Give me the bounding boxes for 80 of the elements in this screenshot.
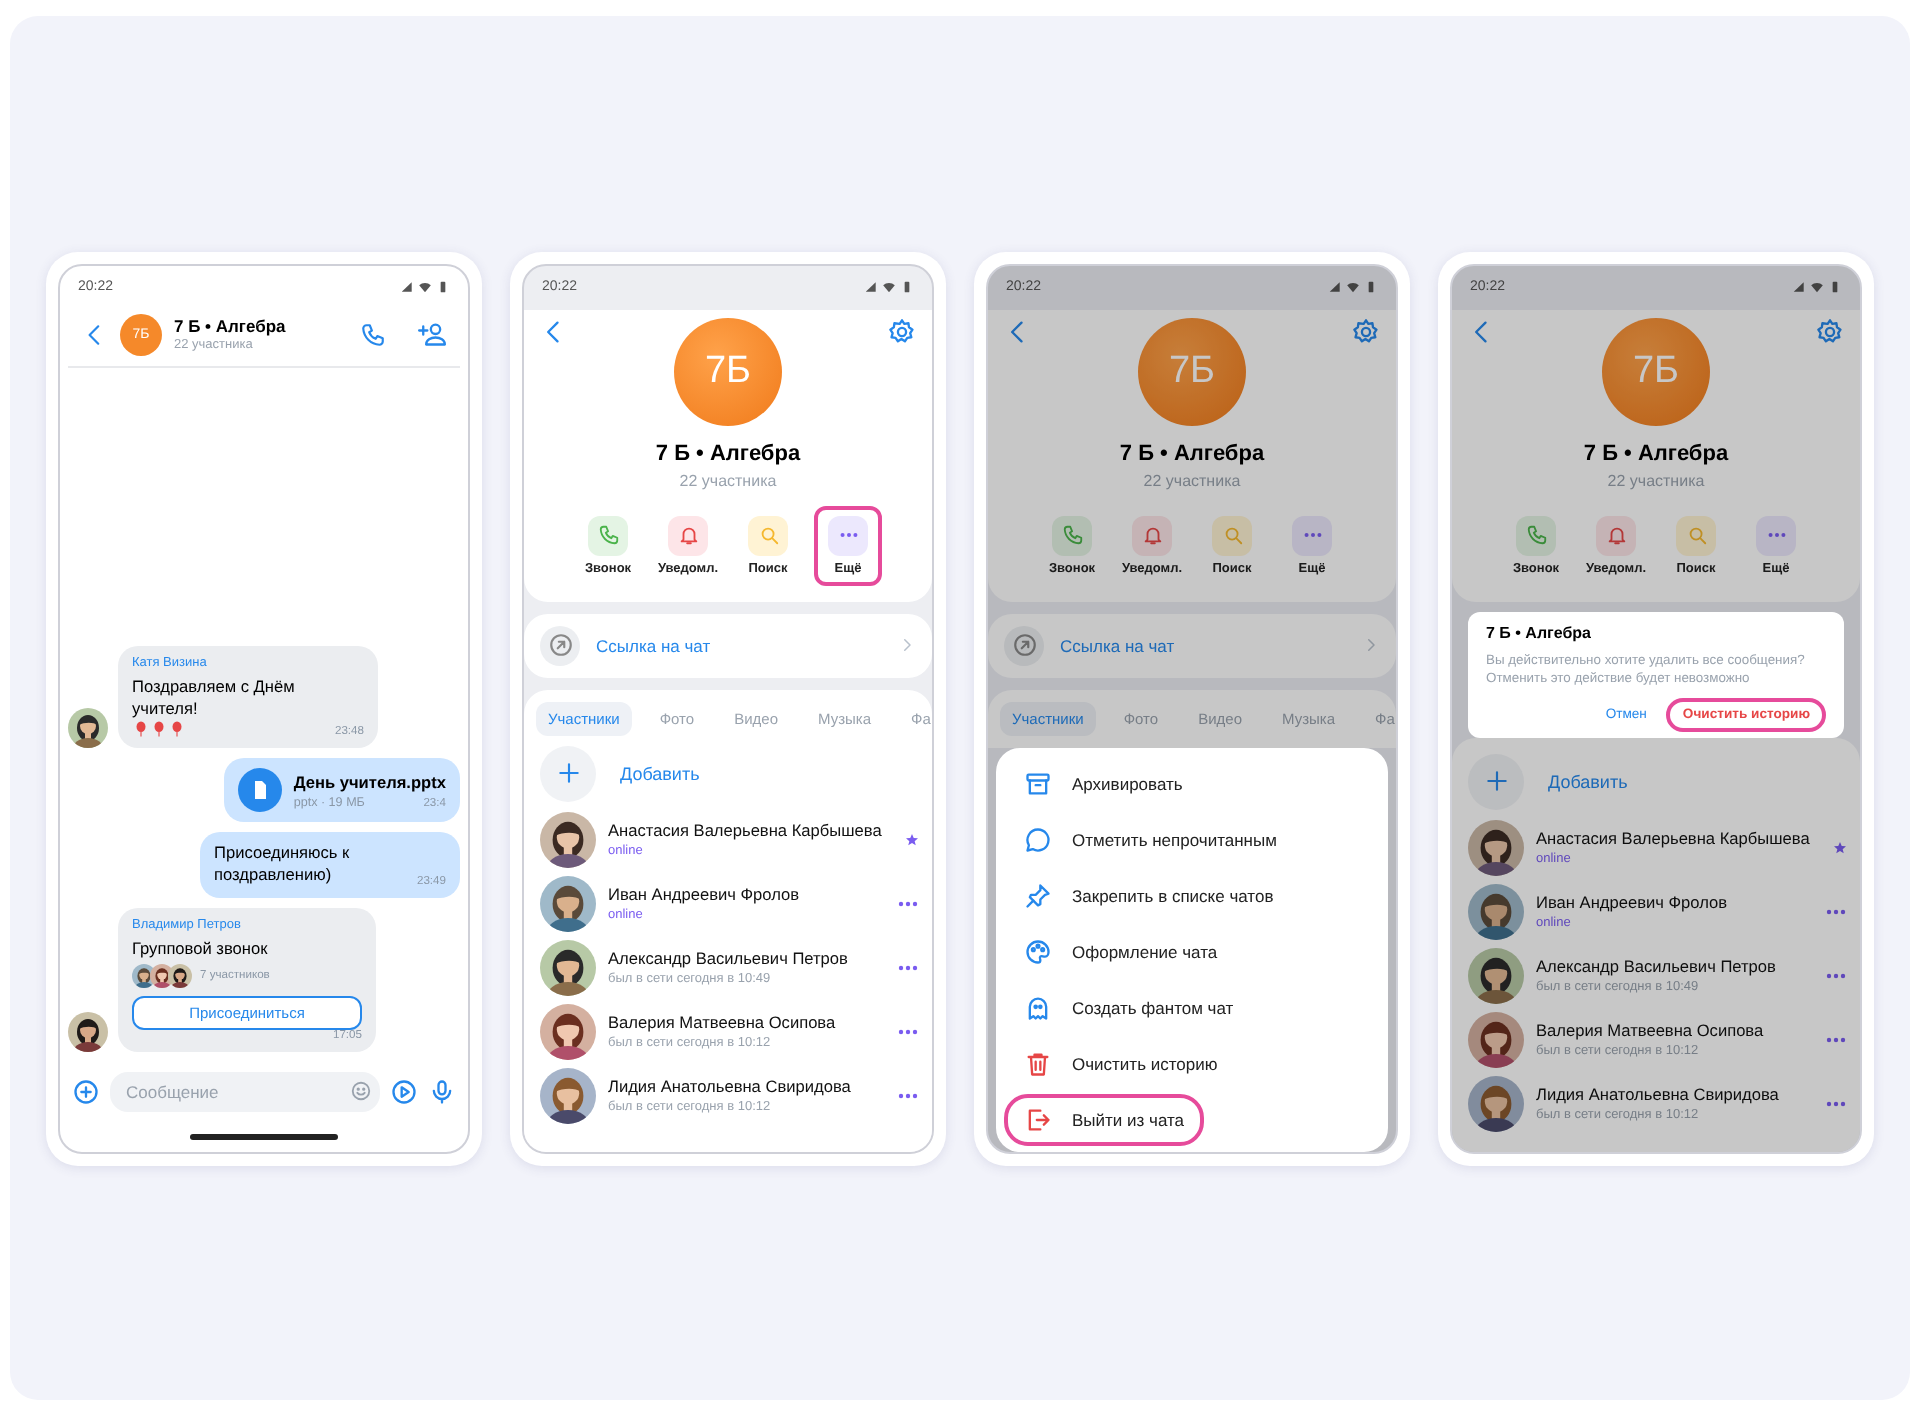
bell-icon — [677, 524, 699, 546]
message-field[interactable]: Сообщение — [110, 1071, 380, 1111]
phone-icon — [1061, 524, 1083, 546]
chat-subtitle: 22 участника — [1607, 471, 1705, 489]
member-name: Лидия Анатольевна Свиридова — [608, 1076, 853, 1096]
wifi-icon — [418, 280, 432, 294]
chevron-icon — [898, 636, 916, 654]
message-text: Присоединяюсь к поздравлению) — [214, 842, 352, 887]
chat-subtitle: 22 участника — [1143, 471, 1241, 489]
signal-icon — [1328, 280, 1342, 294]
plus-icon — [1483, 768, 1509, 795]
member-name: Валерия Матвеевна Осипова — [608, 1012, 838, 1032]
call-title: Групповой звонок — [132, 937, 270, 957]
menu-item[interactable]: Очистить историю — [1004, 1037, 1238, 1089]
ghost-icon — [1024, 993, 1052, 1021]
member-name: Лидия Анатольевна Свиридова — [1536, 1084, 1781, 1105]
member-name: Александр Васильевич Петров — [608, 948, 850, 968]
link-label: Ссылка на чат — [596, 635, 713, 655]
chat-avatar: 7Б — [1138, 317, 1246, 425]
plus-icon — [555, 760, 581, 786]
search-icon — [1685, 524, 1707, 546]
dialog-title: 7 Б • Алгебра — [1486, 623, 1593, 641]
menu-item[interactable]: Архивировать — [1004, 757, 1203, 809]
link-row[interactable]: Ссылка на чат — [524, 613, 932, 677]
menu-item[interactable]: Выйти из чата — [1004, 1093, 1205, 1145]
exit-icon — [1024, 1105, 1052, 1133]
file-name: День учителя.pptx — [293, 771, 446, 792]
signal-icon — [864, 280, 878, 294]
chat-title: 7 Б • Алгебра — [1119, 441, 1265, 465]
member-name: Иван Андреевич Фролов — [1536, 892, 1730, 913]
settings-icon[interactable] — [1352, 317, 1380, 345]
member-name: Валерия Матвеевна Осипова — [1536, 1020, 1766, 1041]
text-input[interactable]: Сообщение — [126, 1081, 350, 1101]
bell-icon — [1141, 524, 1163, 546]
chat-bubble-icon — [1024, 825, 1052, 853]
plus-icon[interactable] — [72, 1077, 100, 1105]
wifi-icon — [1346, 280, 1360, 294]
link-icon — [547, 632, 573, 658]
chat-subtitle: 22 участника — [679, 471, 777, 489]
link-label: Ссылка на чат — [1060, 635, 1177, 655]
archive-icon — [1024, 769, 1052, 797]
emoji-icon[interactable] — [350, 1080, 372, 1102]
menu-item[interactable]: Оформление чата — [1004, 925, 1238, 977]
file-icon — [237, 768, 282, 813]
chat-avatar: 7Б — [1602, 317, 1710, 425]
message-text: Поздравляем с Днём учителя! — [132, 675, 297, 721]
wifi-icon — [882, 280, 896, 294]
add-user-icon[interactable] — [418, 320, 446, 348]
star-icon — [904, 831, 920, 847]
pin-icon — [1024, 881, 1052, 909]
signal-icon — [400, 280, 414, 294]
search-icon — [1221, 524, 1243, 546]
chat-title: 7 Б • Алгебра — [1583, 441, 1729, 465]
chat-title: 7 Б • Алгебра — [655, 441, 801, 465]
phone-icon[interactable] — [360, 321, 386, 347]
menu-item[interactable]: Отметить непрочитанным — [1004, 813, 1297, 865]
star-icon — [1832, 839, 1848, 856]
member-name: Александр Васильевич Петров — [1536, 956, 1778, 977]
chat-title: 7 Б • Алгебра — [174, 316, 288, 336]
send-icon[interactable] — [390, 1077, 418, 1105]
palette-icon — [1024, 937, 1052, 965]
member-name: Анастасия Валерьевна Карбышева — [1536, 828, 1812, 849]
trash-icon — [1024, 1049, 1052, 1077]
settings-icon[interactable] — [888, 317, 916, 345]
add-member-row[interactable]: Добавить — [524, 739, 932, 807]
menu-item[interactable]: Закрепить в списке чатов — [1004, 869, 1294, 921]
settings-icon[interactable] — [1816, 317, 1844, 345]
menu-item[interactable]: Создать фантом чат — [1004, 981, 1254, 1033]
phone-icon — [1525, 524, 1547, 546]
search-icon — [757, 524, 779, 546]
chat-avatar: 7Б — [674, 317, 782, 425]
link-icon — [1011, 632, 1037, 658]
signal-icon — [1792, 280, 1806, 294]
wifi-icon — [1810, 280, 1824, 294]
bell-icon — [1605, 524, 1627, 546]
phone-icon — [597, 524, 619, 546]
member-name: Иван Андреевич Фролов — [608, 884, 802, 904]
member-name: Анастасия Валерьевна Карбышева — [608, 820, 884, 840]
mic-icon[interactable] — [428, 1077, 456, 1105]
chevron-icon — [1362, 636, 1380, 654]
